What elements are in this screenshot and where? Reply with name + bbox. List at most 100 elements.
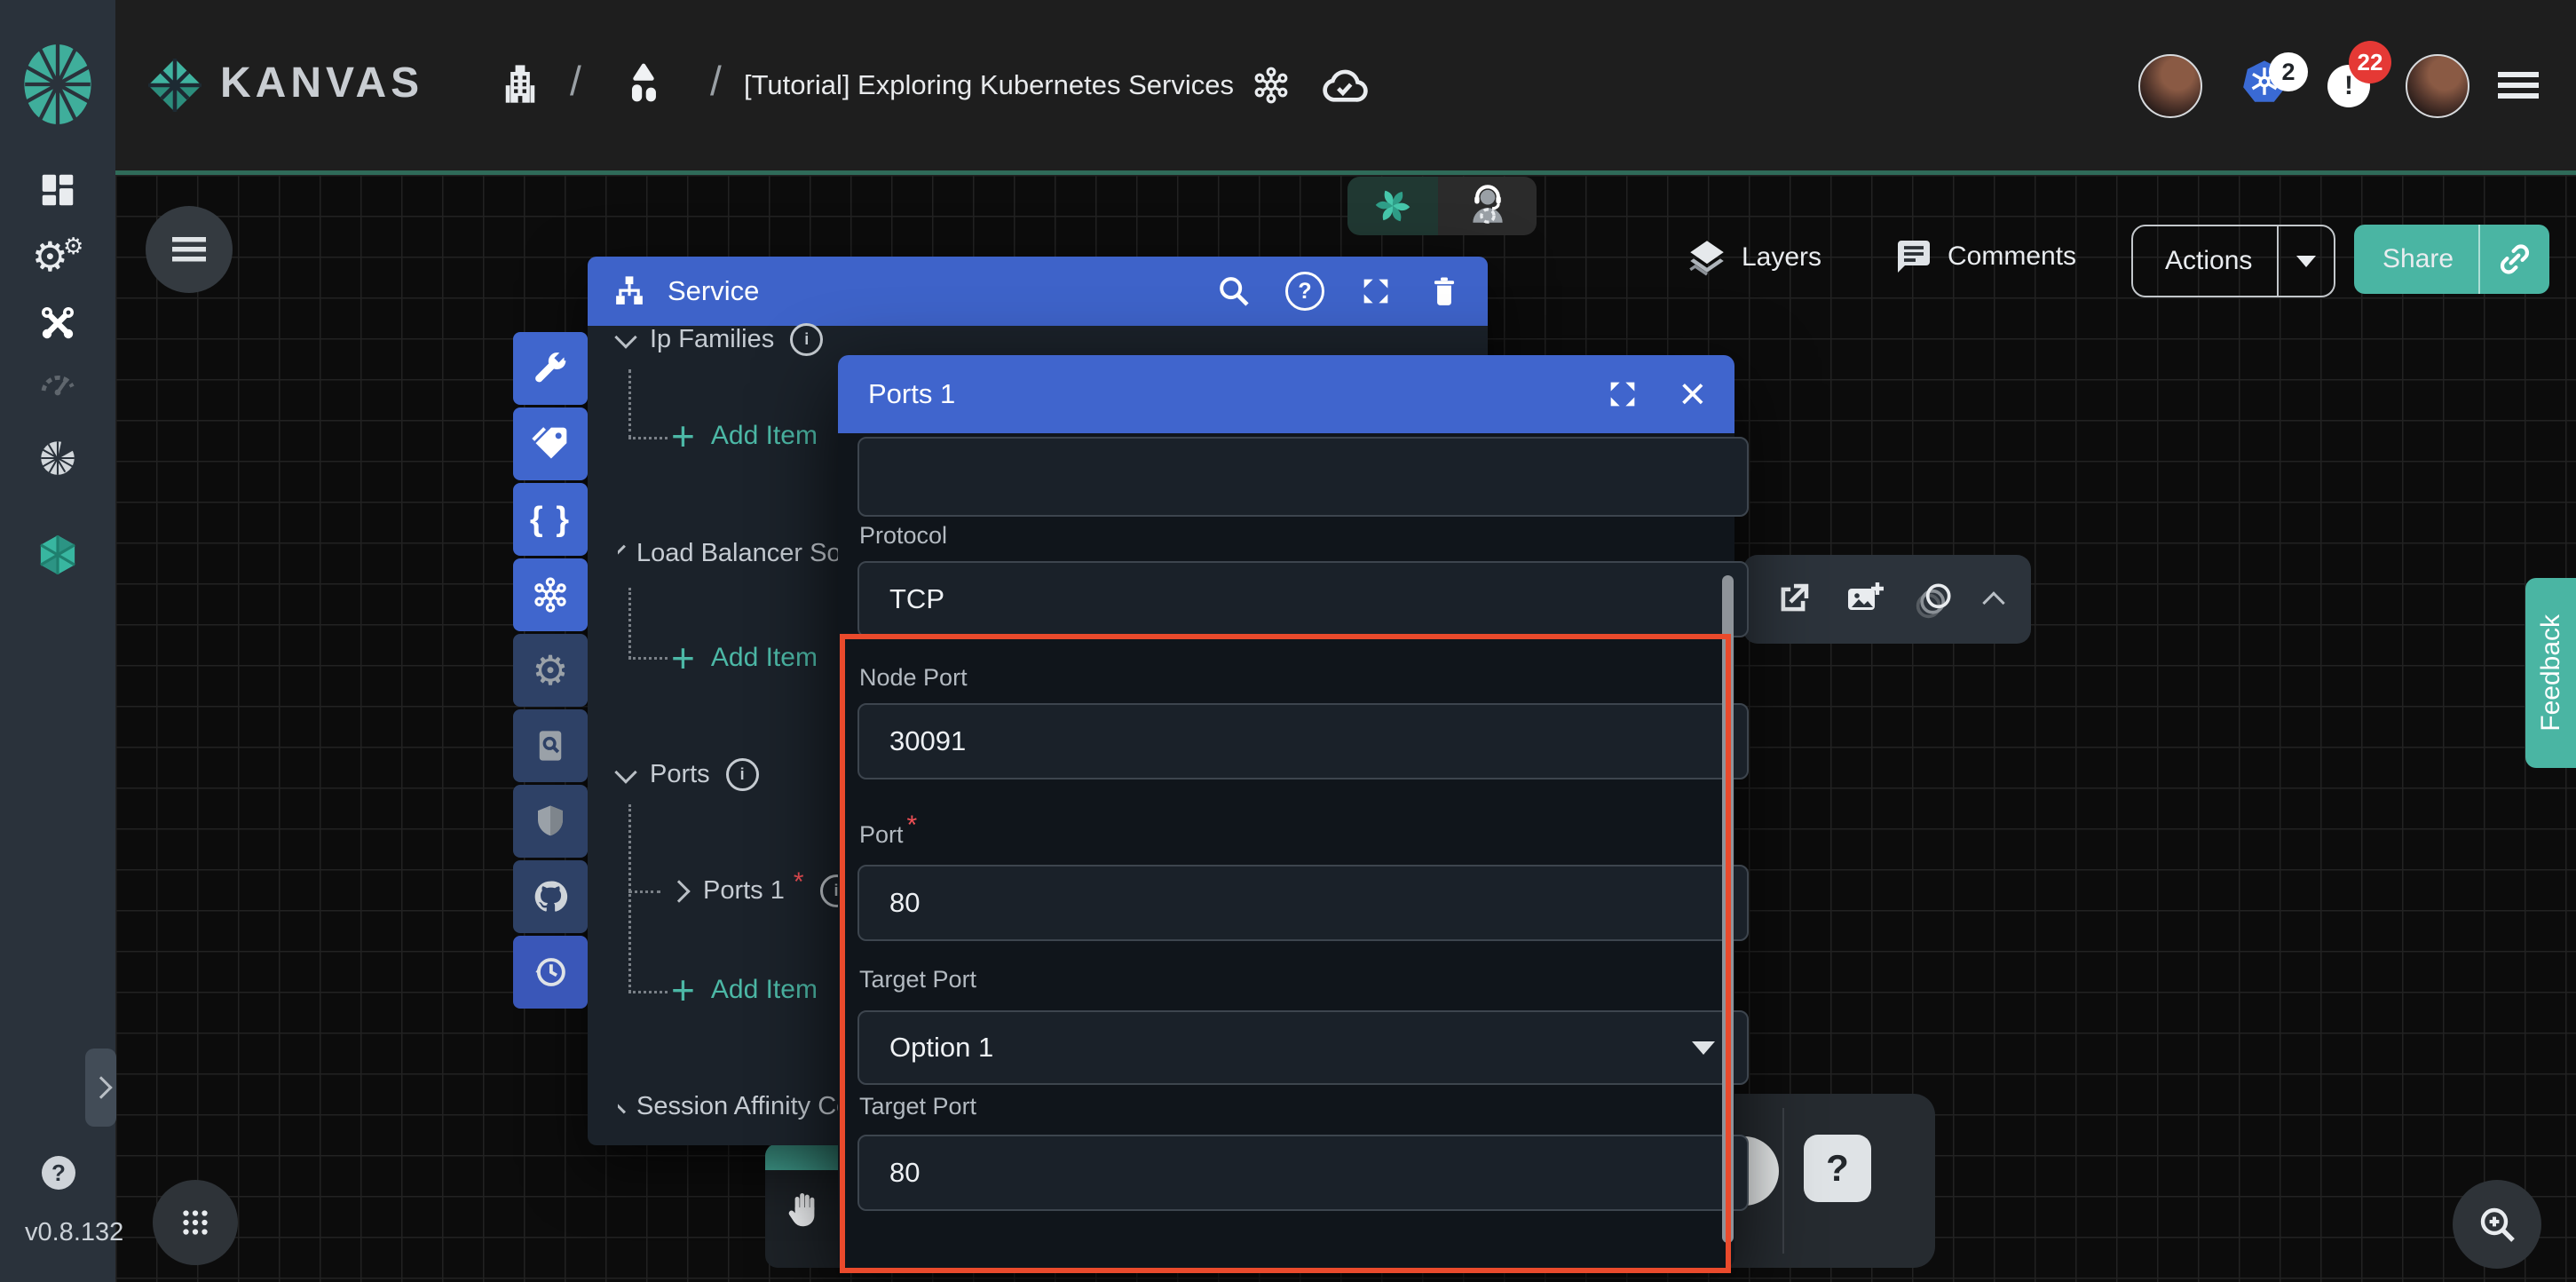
tool-tile-history[interactable] xyxy=(513,936,588,1009)
plus-icon: + xyxy=(671,423,695,449)
chevron-down-icon xyxy=(618,544,626,558)
tree-label: Ports xyxy=(650,760,710,789)
sidebar-item-mesh[interactable] xyxy=(0,436,115,480)
layers-label: Layers xyxy=(1742,242,1821,273)
add-item-button-3[interactable]: + Add Item xyxy=(671,975,818,1005)
tree-connector xyxy=(628,890,660,893)
sidebar-expand-button[interactable] xyxy=(85,1049,116,1127)
ai-assistant-button[interactable] xyxy=(1347,177,1438,235)
kanvas-logo-icon[interactable] xyxy=(140,51,209,120)
workspace-icon[interactable] xyxy=(620,57,668,108)
support-agent-button[interactable] xyxy=(1438,177,1537,235)
tree-row-session-affinity[interactable]: Session Affinity Co xyxy=(618,1092,838,1121)
info-icon[interactable]: i xyxy=(726,758,759,791)
brand-wordmark: KANVAS xyxy=(220,59,423,107)
collapse-toolbar-icon[interactable] xyxy=(1982,591,2004,613)
dashboard-icon xyxy=(37,170,78,210)
sidebar-item-performance[interactable] xyxy=(0,362,115,405)
history-icon xyxy=(532,954,569,991)
sidebar-help-button[interactable]: ? xyxy=(42,1156,75,1190)
pan-hand-icon[interactable] xyxy=(783,1186,826,1232)
tree-label: Ports 1 xyxy=(703,876,785,906)
tree-row-load-balancer[interactable]: Load Balancer So xyxy=(618,539,838,568)
comments-toggle[interactable]: Comments xyxy=(1892,235,2076,278)
tree-label: Session Affinity Co xyxy=(636,1092,838,1121)
sidebar-item-dashboard[interactable] xyxy=(0,170,115,210)
expand-icon[interactable] xyxy=(1358,273,1394,309)
tool-tile-labels[interactable] xyxy=(513,408,588,480)
design-hub-icon[interactable] xyxy=(1250,64,1292,107)
organization-icon[interactable] xyxy=(497,59,543,108)
layers-toggle[interactable]: Layers xyxy=(1685,235,1821,280)
cloud-saved-icon[interactable] xyxy=(1319,62,1369,108)
node-accent-bar xyxy=(765,1144,840,1170)
service-panel-header[interactable]: Service ? xyxy=(588,257,1488,326)
expand-icon[interactable] xyxy=(1605,376,1640,412)
add-item-button-1[interactable]: + Add Item xyxy=(671,421,818,451)
tree-row-ports[interactable]: Ports i xyxy=(618,758,759,791)
ports-modal-header[interactable]: Ports 1 × xyxy=(838,355,1734,433)
tree-row-ip-families[interactable]: Ip Families i xyxy=(618,323,823,356)
sidebar-item-configuration[interactable] xyxy=(0,302,115,344)
design-title[interactable]: [Tutorial] Exploring Kubernetes Services xyxy=(744,69,1234,101)
tree-connector xyxy=(628,657,668,660)
zoom-in-button[interactable] xyxy=(2453,1180,2541,1269)
tool-tile-relationships[interactable] xyxy=(513,558,588,631)
motion-circles-icon[interactable] xyxy=(1914,578,1956,621)
tree-label: Ip Families xyxy=(650,325,774,354)
canvas-menu-button[interactable] xyxy=(146,206,233,293)
dock-help-button[interactable]: ? xyxy=(1804,1135,1871,1202)
tutorial-highlight-border xyxy=(840,634,1731,1273)
dock-divider xyxy=(1782,1108,1784,1254)
sidebar-item-lifecycle[interactable]: ⚙ ⚙ xyxy=(0,234,115,279)
zoom-in-icon xyxy=(2476,1203,2518,1246)
help-icon[interactable]: ? xyxy=(1285,272,1324,311)
copy-link-button[interactable] xyxy=(2480,241,2549,278)
chevron-right-icon xyxy=(668,880,690,902)
share-button[interactable]: Share xyxy=(2354,225,2549,294)
tool-tile-security[interactable] xyxy=(513,785,588,858)
layers-icon xyxy=(1685,235,1729,280)
info-icon[interactable]: i xyxy=(790,323,823,356)
add-item-button-2[interactable]: + Add Item xyxy=(671,643,818,673)
feedback-tab[interactable]: Feedback xyxy=(2525,578,2576,768)
support-agent-icon xyxy=(1466,184,1510,228)
sidebar-item-kanvas[interactable] xyxy=(0,531,115,579)
collaborator-avatar[interactable] xyxy=(2138,54,2202,118)
tree-row-ports-1[interactable]: Ports 1 * i xyxy=(671,874,853,907)
actions-dropdown-toggle[interactable] xyxy=(2279,256,2334,267)
actions-label: Actions xyxy=(2165,246,2252,276)
tree-label: Load Balancer So xyxy=(636,539,838,568)
user-avatar[interactable] xyxy=(2406,54,2469,118)
gear-icon: ⚙ xyxy=(532,650,568,691)
add-item-label: Add Item xyxy=(711,643,818,673)
tool-tile-github[interactable] xyxy=(513,860,588,933)
comments-label: Comments xyxy=(1948,241,2076,272)
tool-tile-inspect[interactable] xyxy=(513,709,588,782)
tool-tile-settings[interactable]: ⚙ xyxy=(513,634,588,707)
protocol-input[interactable]: TCP xyxy=(857,561,1749,637)
close-icon[interactable]: × xyxy=(1679,376,1706,412)
scrolled-field-partial[interactable] xyxy=(857,437,1749,517)
kubernetes-count-badge[interactable]: 2 xyxy=(2269,52,2308,91)
tree-connector xyxy=(628,991,668,993)
layer5-logo-icon[interactable] xyxy=(16,36,99,133)
crossed-tools-icon xyxy=(36,302,79,344)
header-menu-icon[interactable] xyxy=(2498,72,2539,99)
open-external-icon[interactable] xyxy=(1773,579,1813,620)
alerts-count-badge[interactable]: 22 xyxy=(2349,41,2391,83)
hub-icon xyxy=(530,574,571,615)
hamburger-icon xyxy=(172,237,206,262)
tree-connector xyxy=(628,437,668,439)
shield-icon xyxy=(532,803,569,840)
tool-tile-json[interactable]: { } xyxy=(513,483,588,556)
search-icon[interactable] xyxy=(1216,273,1252,309)
gauge-icon xyxy=(36,362,79,405)
breadcrumb-separator-1: / xyxy=(570,57,581,105)
add-image-icon[interactable] xyxy=(1843,578,1885,621)
delete-icon[interactable] xyxy=(1427,273,1461,309)
kanvas-hexagon-icon xyxy=(34,531,82,579)
apps-grid-button[interactable] xyxy=(153,1180,238,1265)
actions-button[interactable]: Actions xyxy=(2131,225,2335,297)
tool-tile-configure[interactable] xyxy=(513,332,588,405)
